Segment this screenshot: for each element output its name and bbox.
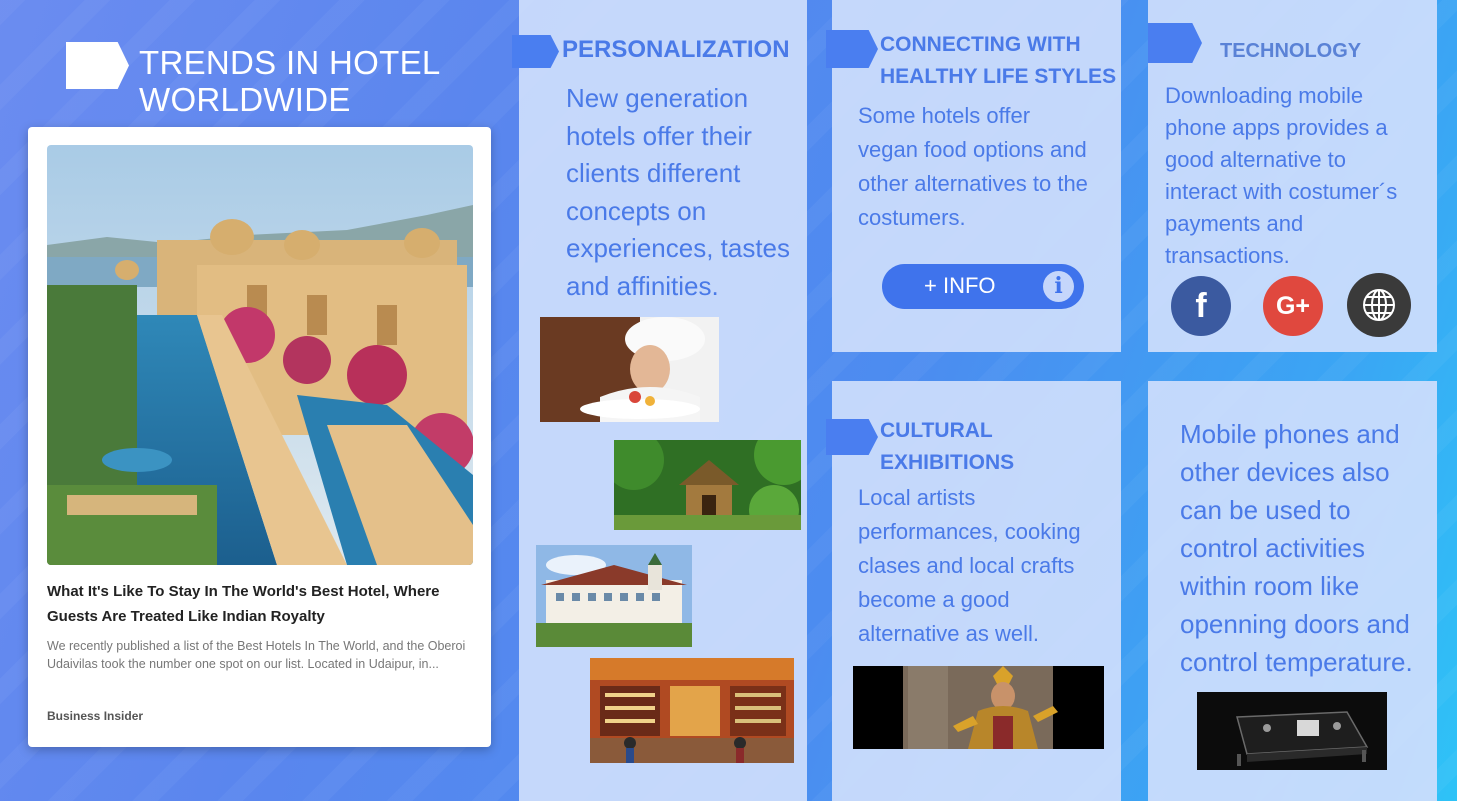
personalization-line: concepts on	[566, 195, 707, 226]
personalization-line: New generation	[566, 83, 749, 113]
mobile-line: Mobile phones and	[1180, 419, 1400, 449]
smart-device-photo	[1197, 692, 1387, 770]
cultural-line: Local artists	[858, 485, 976, 510]
healthy-tag-shape	[826, 30, 878, 68]
technology-line: interact with costumer´s	[1165, 179, 1398, 204]
resort-hut-photo	[614, 440, 801, 530]
technology-line: Downloading mobile	[1165, 83, 1364, 108]
technology-line: good alternative to	[1165, 147, 1347, 172]
article-card[interactable]: What It's Like To Stay In The World's Be…	[28, 127, 491, 747]
personalization-line: hotels offer their	[566, 120, 752, 151]
more-info-label: + INFO	[924, 273, 996, 298]
technology-line: payments and	[1165, 211, 1304, 236]
cultural-heading-line1: CULTURAL	[880, 419, 993, 442]
cultural-tag-shape	[826, 419, 878, 455]
mobile-line: can be used to	[1180, 495, 1351, 525]
healthy-text: Some hotels offer vegan food options and…	[858, 99, 1088, 235]
personalization-heading: PERSONALIZATION	[562, 36, 790, 63]
cultural-line: clases and local crafts	[858, 553, 1075, 578]
technology-tag-shape	[1148, 23, 1202, 63]
personalization-tag-shape	[512, 35, 559, 68]
dancer-photo	[853, 666, 1104, 749]
shop-interior-photo	[590, 658, 794, 763]
cultural-line: performances, cooking	[858, 519, 1081, 544]
personalization-line: experiences, tastes	[566, 233, 791, 264]
globe-icon[interactable]	[1347, 273, 1411, 337]
mobile-text: Mobile phones and other devices also can…	[1180, 415, 1413, 681]
healthy-heading-line2: HEALTHY LIFE STYLES	[880, 65, 1117, 88]
technology-line: transactions.	[1165, 243, 1290, 268]
page-title-line2: WORLDWIDE	[139, 81, 351, 118]
article-excerpt: We recently published a list of the Best…	[47, 639, 466, 671]
technology-text: Downloading mobile phone apps provides a…	[1165, 80, 1397, 272]
healthy-line: Some hotels offer	[858, 103, 1031, 128]
healthy-line: other alternatives to the	[858, 171, 1088, 196]
cultural-line: become a good	[858, 587, 1010, 612]
hotel-photo	[47, 145, 473, 565]
technology-line: phone apps provides a	[1165, 115, 1388, 140]
article-source: Business Insider	[47, 709, 144, 723]
cultural-text: Local artists performances, cooking clas…	[858, 481, 1081, 651]
healthy-heading: CONNECTING WITH HEALTHY LIFE STYLES	[880, 29, 1116, 93]
mobile-line: control temperature.	[1180, 647, 1413, 677]
info-icon: i	[1043, 271, 1074, 302]
chef-photo	[540, 317, 719, 422]
title-tag-shape	[66, 42, 129, 89]
page-title-line1: TRENDS IN HOTEL	[139, 44, 441, 81]
more-info-button[interactable]: + INFO i	[882, 264, 1084, 309]
healthy-line: costumers.	[858, 205, 966, 230]
cultural-heading: CULTURAL EXHIBITIONS	[880, 415, 1014, 479]
cultural-heading-line2: EXHIBITIONS	[880, 451, 1015, 474]
mobile-line: other devices also	[1180, 457, 1390, 487]
mobile-line: openning doors and	[1180, 609, 1410, 639]
personalization-line: and affinities.	[566, 270, 719, 301]
healthy-line: vegan food options and	[858, 137, 1087, 162]
personalization-text: New generation hotels offer their client…	[566, 80, 790, 306]
facebook-icon[interactable]: f	[1171, 276, 1231, 336]
page-title: TRENDS IN HOTEL WORLDWIDE	[139, 44, 441, 118]
alpine-hotel-photo	[536, 545, 692, 647]
google-plus-icon[interactable]: G+	[1263, 276, 1323, 336]
mobile-line: within room like	[1180, 571, 1360, 601]
technology-heading: TECHNOLOGY	[1220, 40, 1362, 62]
healthy-heading-line1: CONNECTING WITH	[880, 33, 1081, 56]
cultural-line: alternative as well.	[858, 621, 1039, 646]
personalization-line: clients different	[566, 158, 741, 189]
mobile-line: control activities	[1180, 533, 1365, 563]
article-headline[interactable]: What It's Like To Stay In The World's Be…	[47, 579, 477, 629]
